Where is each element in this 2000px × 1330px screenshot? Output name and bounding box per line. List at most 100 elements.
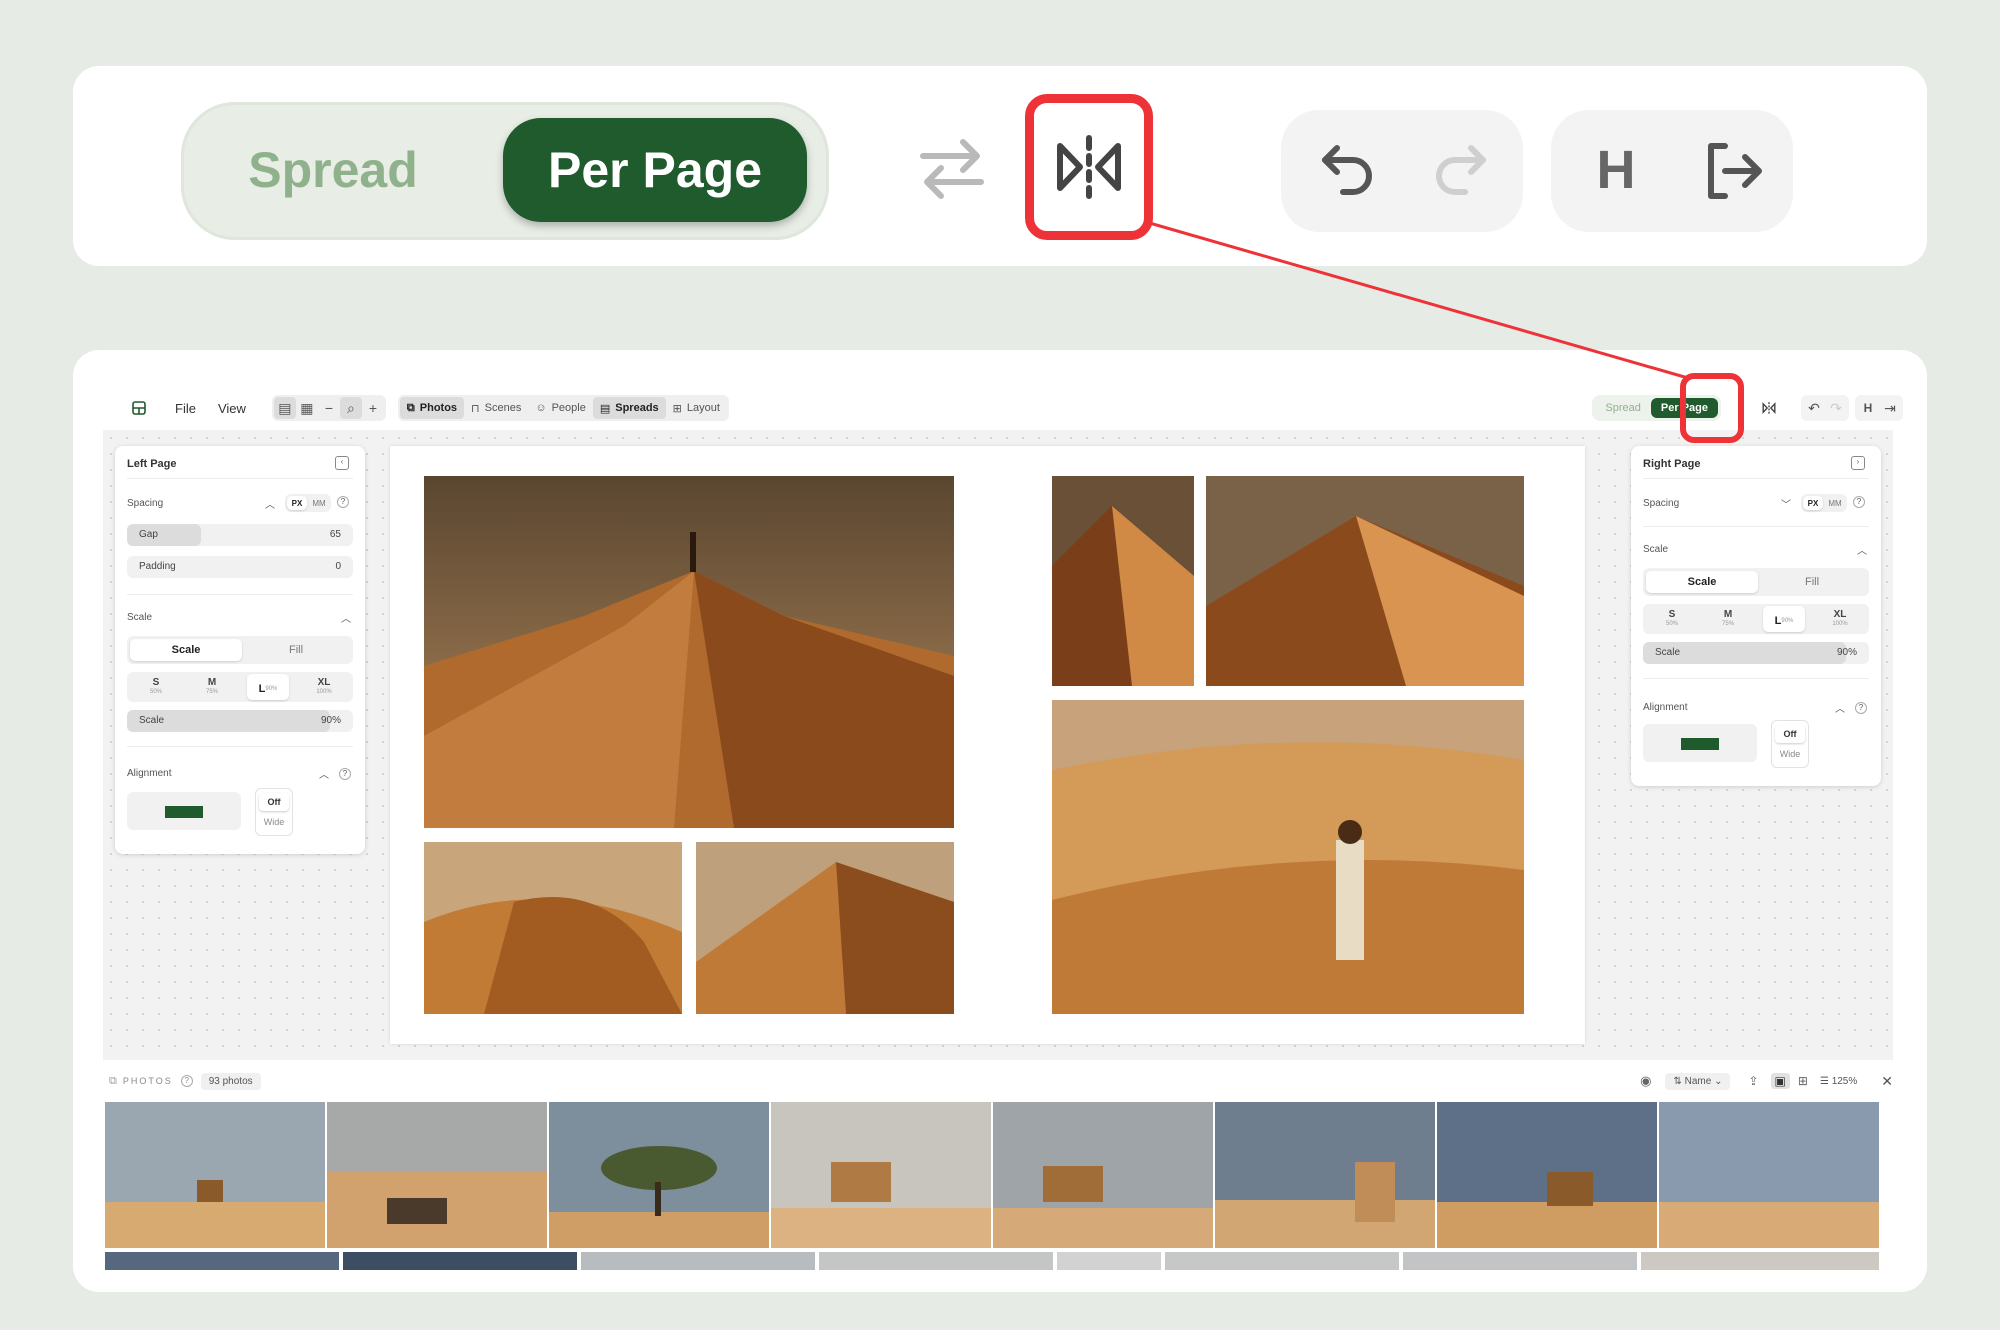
film-photo[interactable] [343, 1252, 577, 1270]
zoom-out-icon[interactable]: − [318, 397, 340, 419]
size-xl[interactable]: XL 100% [1819, 606, 1861, 632]
size-l[interactable]: L 90% [247, 674, 289, 700]
size-xl[interactable]: XL 100% [303, 674, 345, 700]
spread-photo[interactable] [1052, 476, 1194, 686]
unit-mm[interactable]: MM [309, 496, 329, 510]
grid-view-icon[interactable]: ▦ [296, 397, 318, 419]
spread-photo[interactable] [1052, 700, 1524, 1014]
sort-dropdown[interactable]: ⇅ Name ⌄ [1665, 1072, 1731, 1090]
chevron-up-icon[interactable]: ︿ [1835, 700, 1845, 715]
fill-mode-button[interactable]: Fill [242, 639, 350, 661]
alignment-label: Alignment [1643, 702, 1688, 713]
spread-photo[interactable] [1206, 476, 1524, 686]
gap-slider[interactable]: Gap 65 [127, 524, 353, 546]
chevron-down-icon[interactable]: ﹀ [1781, 496, 1791, 511]
film-photo[interactable] [1437, 1102, 1657, 1248]
scale-slider[interactable]: Scale 90% [1643, 642, 1869, 664]
film-photo[interactable] [581, 1252, 815, 1270]
film-photo[interactable] [105, 1252, 339, 1270]
scale-mode-button[interactable]: Scale [130, 639, 242, 661]
zoom-in-icon[interactable]: + [362, 397, 384, 419]
size-s[interactable]: S 50% [1651, 606, 1693, 632]
spread-photo[interactable] [424, 476, 954, 828]
size-s[interactable]: S 50% [135, 674, 177, 700]
chevron-up-icon[interactable]: ︿ [319, 766, 329, 781]
film-photo[interactable] [993, 1102, 1213, 1248]
film-photo[interactable] [327, 1102, 547, 1248]
size-l[interactable]: L 90% [1763, 606, 1805, 632]
unit-px[interactable]: PX [287, 496, 307, 510]
chevron-up-icon[interactable]: ︿ [341, 610, 351, 625]
film-photo[interactable] [1215, 1102, 1435, 1248]
chevron-up-icon[interactable]: ︿ [265, 496, 275, 511]
spread-mode-button[interactable]: Spread [215, 118, 451, 222]
eye-icon[interactable]: ◉ [1640, 1073, 1651, 1089]
undo-icon[interactable]: ↶ [1803, 397, 1825, 419]
alignment-grid[interactable] [127, 792, 241, 830]
swap-pages-icon[interactable] [917, 136, 987, 202]
tab-people[interactable]: ☺ People [528, 397, 593, 419]
size-m[interactable]: M 75% [191, 674, 233, 700]
mirror-layout-button[interactable] [1025, 94, 1153, 240]
people-icon: ☺ [535, 402, 547, 414]
help-icon[interactable]: ? [337, 496, 349, 508]
dune-photo [1052, 476, 1194, 686]
unit-px[interactable]: PX [1803, 496, 1823, 510]
film-photo[interactable] [819, 1252, 1053, 1270]
search-icon[interactable]: ⌕ [339, 397, 362, 419]
help-icon[interactable]: ? [180, 1075, 193, 1087]
redo-icon[interactable]: ↷ [1825, 397, 1847, 419]
film-photo[interactable] [1403, 1252, 1637, 1270]
zoom-control[interactable]: ☰ 125% [1820, 1076, 1857, 1087]
padding-slider[interactable]: Padding 0 [127, 556, 353, 578]
scale-section-label: Scale [127, 612, 153, 623]
size-m[interactable]: M 75% [1707, 606, 1749, 632]
view-menu[interactable]: View [218, 401, 246, 416]
spread-photo[interactable] [424, 842, 682, 1014]
alignment-off-wide[interactable]: Off Wide [255, 788, 293, 836]
help-icon[interactable]: ? [1853, 496, 1865, 508]
tab-photos[interactable]: ⧉ Photos [399, 397, 465, 419]
list-view-icon[interactable]: ▤ [273, 397, 296, 419]
spread-mode-button-small[interactable]: Spread [1595, 402, 1650, 414]
chevron-up-icon[interactable]: ︿ [1857, 542, 1867, 557]
spread-photo[interactable] [696, 842, 954, 1014]
scale-mode-button[interactable]: Scale [1646, 571, 1758, 593]
close-icon[interactable]: ✕ [1881, 1073, 1893, 1090]
h-button-small[interactable]: H [1857, 397, 1879, 419]
film-photo[interactable] [771, 1102, 991, 1248]
per-page-mode-button[interactable]: Per Page [503, 118, 807, 222]
tab-layout[interactable]: ⊞ Layout [666, 397, 727, 419]
film-photo[interactable] [549, 1102, 769, 1248]
scale-slider[interactable]: Scale 90% [127, 710, 353, 732]
single-view-icon[interactable]: ▣ [1770, 1073, 1790, 1089]
h-button[interactable]: H [1581, 132, 1651, 208]
alignment-off-wide[interactable]: Off Wide [1771, 720, 1809, 768]
exit-icon[interactable] [1703, 140, 1765, 202]
file-menu[interactable]: File [175, 401, 196, 416]
film-photo[interactable] [105, 1102, 325, 1248]
collapse-panel-icon[interactable]: › [1851, 456, 1865, 470]
upload-icon[interactable]: ⇪ [1748, 1074, 1758, 1088]
size-presets: S 50% M 75% L 90% XL 100% [127, 672, 353, 702]
undo-icon[interactable] [1317, 140, 1377, 200]
grid-view-icon[interactable]: ⊞ [1798, 1074, 1808, 1088]
film-photo[interactable] [1659, 1102, 1879, 1248]
alignment-grid[interactable] [1643, 724, 1757, 762]
tab-scenes[interactable]: ⊓ Scenes [464, 397, 528, 419]
help-icon[interactable]: ? [339, 768, 351, 780]
help-icon[interactable]: ? [1855, 702, 1867, 714]
exit-icon[interactable]: ⇥ [1879, 397, 1901, 419]
mirror-layout-button-small[interactable] [1757, 396, 1781, 420]
layout-mode-toggle: Spread Per Page [181, 102, 829, 240]
app-logo-icon[interactable] [131, 400, 147, 416]
film-photo[interactable] [1641, 1252, 1879, 1270]
unit-mm[interactable]: MM [1825, 496, 1845, 510]
tab-spreads[interactable]: ▤ Spreads [592, 397, 666, 419]
left-page-panel: Left Page ‹ Spacing ︿ PX MM ? Gap 65 Pad… [115, 446, 365, 854]
collapse-panel-icon[interactable]: ‹ [335, 456, 349, 470]
redo-icon[interactable] [1431, 140, 1491, 200]
film-photo[interactable] [1057, 1252, 1161, 1270]
film-photo[interactable] [1165, 1252, 1399, 1270]
fill-mode-button[interactable]: Fill [1758, 571, 1866, 593]
